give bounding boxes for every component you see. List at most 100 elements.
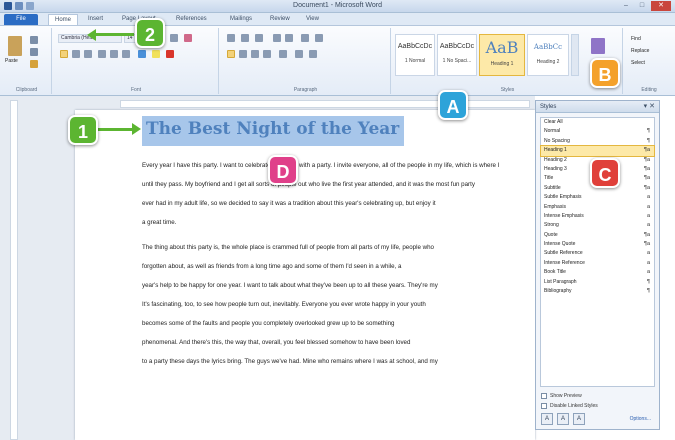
style-list-item-name: Subtle Reference [544, 250, 583, 257]
cut-icon[interactable] [30, 36, 38, 44]
style-list-item[interactable]: Bibliography ¶ [541, 287, 654, 296]
tab-review[interactable]: Review [270, 14, 290, 25]
copy-icon[interactable] [30, 48, 38, 56]
style-list-item-name: Intense Emphasis [544, 212, 584, 219]
style-list-item-name: Emphasis [544, 203, 566, 210]
styles-group: AaBbCcDc 1 Normal AaBbCcDc 1 No Spaci...… [393, 28, 623, 94]
underline-icon[interactable] [84, 50, 92, 58]
style-list-item-name: Intense Quote [544, 241, 576, 248]
numbering-icon[interactable] [241, 34, 249, 42]
style-list-item[interactable]: No Spacing ¶ [541, 137, 654, 146]
checkbox-box[interactable] [541, 403, 547, 409]
show-preview-checkbox[interactable]: Show Preview [541, 393, 582, 399]
italic-icon[interactable] [72, 50, 80, 58]
style-list-item[interactable]: Clear All [541, 118, 654, 127]
style-list-item[interactable]: Book Title a [541, 268, 654, 277]
style-list-item[interactable]: Intense Quote ¶a [541, 240, 654, 249]
increase-indent-icon[interactable] [285, 34, 293, 42]
superscript-icon[interactable] [122, 50, 130, 58]
justify-icon[interactable] [263, 50, 271, 58]
style-gallery-heading-2[interactable]: AaBbCc Heading 2 [527, 34, 569, 76]
sort-icon[interactable] [301, 34, 309, 42]
style-list-item-name: Intense Reference [544, 259, 585, 266]
style-list-item[interactable]: Subtle Reference a [541, 249, 654, 258]
line-spacing-icon[interactable] [279, 50, 287, 58]
find-button[interactable]: Find [631, 36, 641, 42]
style-type-icon: a [646, 194, 650, 201]
style-name: Heading 2 [536, 59, 560, 65]
tab-references[interactable]: References [176, 14, 207, 25]
ribbon-tabs: File Home Insert Page Layout References … [0, 13, 675, 26]
decrease-indent-icon[interactable] [273, 34, 281, 42]
style-list-item[interactable]: Heading 1 ¶a [540, 145, 655, 157]
clear-formatting-icon[interactable] [184, 34, 192, 42]
text-line: year's help to be happy for one year. I … [142, 282, 438, 289]
highlight-color-icon[interactable] [152, 50, 160, 58]
disable-linked-styles-checkbox[interactable]: Disable Linked Styles [541, 403, 598, 409]
document-heading[interactable]: The Best Night of the Year [146, 119, 399, 139]
change-case-icon[interactable] [170, 34, 178, 42]
style-list-item[interactable]: Intense Emphasis a [541, 212, 654, 221]
change-styles-icon[interactable] [591, 38, 605, 54]
format-painter-icon[interactable] [30, 60, 38, 68]
style-list-item[interactable]: Subtle Emphasis a [541, 193, 654, 202]
bold-icon[interactable] [60, 50, 68, 58]
style-type-icon: ¶ [647, 278, 650, 285]
text-effects-icon[interactable] [138, 50, 146, 58]
new-style-button[interactable]: A [541, 413, 553, 425]
tab-mailings[interactable]: Mailings [230, 14, 252, 25]
style-inspector-button[interactable]: A [557, 413, 569, 425]
style-gallery-scroll[interactable] [571, 34, 579, 76]
style-list-item-name: Subtitle [544, 184, 561, 191]
select-button[interactable]: Select [631, 60, 645, 66]
style-list-item[interactable]: List Paragraph ¶ [541, 278, 654, 287]
manage-styles-button[interactable]: A [573, 413, 585, 425]
bullets-icon[interactable] [227, 34, 235, 42]
maximize-button[interactable]: □ [635, 1, 649, 11]
style-list-item-name: Title [544, 175, 554, 182]
subscript-icon[interactable] [110, 50, 118, 58]
clipboard-group-label: Clipboard [15, 87, 38, 93]
multilevel-list-icon[interactable] [255, 34, 263, 42]
style-gallery-no-spacing[interactable]: AaBbCcDc 1 No Spaci... [437, 34, 477, 76]
options-link[interactable]: Options... [630, 416, 651, 422]
align-right-icon[interactable] [251, 50, 259, 58]
shading-icon[interactable] [295, 50, 303, 58]
style-type-icon: a [646, 212, 650, 219]
style-list-item[interactable]: Quote ¶a [541, 231, 654, 240]
replace-button[interactable]: Replace [631, 48, 649, 54]
close-button[interactable]: ✕ [651, 1, 671, 11]
style-gallery-normal[interactable]: AaBbCcDc 1 Normal [395, 34, 435, 76]
style-sample: AaBbCcDc [397, 43, 433, 50]
checkbox-box[interactable] [541, 393, 547, 399]
font-color-icon[interactable] [166, 50, 174, 58]
style-list-item-name: No Spacing [544, 137, 570, 144]
style-type-icon: a [646, 269, 650, 276]
tab-home[interactable]: Home [48, 14, 79, 25]
strikethrough-icon[interactable] [98, 50, 106, 58]
style-list-item[interactable]: Strong a [541, 221, 654, 230]
ribbon: Paste Clipboard Cambria (Headi 14 Font P… [0, 26, 675, 96]
align-left-icon[interactable] [227, 50, 235, 58]
callout-b: B [590, 58, 620, 88]
horizontal-ruler[interactable] [120, 100, 530, 108]
document-paragraph[interactable]: Every year I have this party. I want to … [142, 156, 530, 232]
clipboard-group: Paste Clipboard [2, 28, 52, 94]
tab-insert[interactable]: Insert [88, 14, 103, 25]
tab-view[interactable]: View [306, 14, 319, 25]
text-line: ever had in my adult life, so we decided… [142, 200, 436, 207]
minimize-button[interactable]: – [619, 1, 633, 11]
borders-icon[interactable] [309, 50, 317, 58]
paste-icon[interactable] [8, 36, 22, 56]
style-list-item[interactable]: Emphasis a [541, 203, 654, 212]
style-gallery-heading-1[interactable]: AaB Heading 1 [479, 34, 525, 76]
align-center-icon[interactable] [239, 50, 247, 58]
style-name: Heading 1 [490, 61, 514, 67]
style-type-icon: ¶a [643, 165, 650, 172]
style-list-item[interactable]: Intense Reference a [541, 259, 654, 268]
style-list-item[interactable]: Normal ¶ [541, 127, 654, 136]
show-marks-icon[interactable] [315, 34, 323, 42]
tab-file[interactable]: File [4, 14, 38, 25]
document-paragraph[interactable]: The thing about this party is, the whole… [142, 238, 530, 371]
pane-close-icon[interactable]: ▾ ✕ [644, 101, 655, 113]
